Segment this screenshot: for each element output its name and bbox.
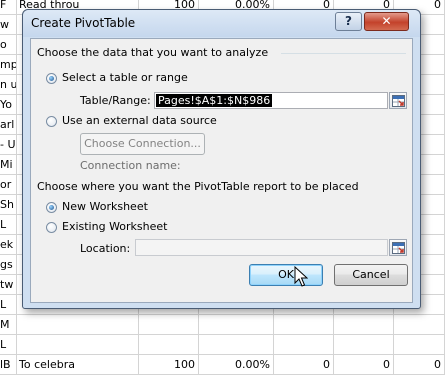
radio-existing-worksheet[interactable] [46, 222, 57, 233]
table-range-collapse-button[interactable] [389, 92, 407, 109]
cell-c1[interactable] [17, 335, 139, 354]
radio-new-worksheet-label[interactable]: New Worksheet [62, 200, 148, 213]
location-collapse-button[interactable] [389, 239, 407, 256]
cell-c0[interactable]: w [0, 15, 17, 34]
table-row[interactable]: M [0, 315, 445, 335]
dialog-body: Choose the data that you want to analyze… [30, 38, 413, 303]
radio-external-source[interactable] [46, 116, 57, 127]
choose-connection-button[interactable]: Choose Connection... [80, 133, 205, 155]
cell-c0[interactable]: arl [0, 115, 17, 134]
section-divider [281, 53, 406, 54]
cell-c0[interactable]: or [0, 175, 17, 194]
cell-c0[interactable]: L [0, 335, 17, 354]
cell-c4[interactable] [274, 335, 334, 354]
cell-c0[interactable]: ek [0, 235, 17, 254]
help-button[interactable]: ? [335, 12, 362, 31]
cell-c2[interactable]: 100 [139, 355, 199, 374]
cell-c0[interactable]: F [0, 0, 17, 14]
connection-name-label: Connection name: [80, 159, 181, 172]
cell-c0[interactable]: Yo [0, 95, 17, 114]
cell-c3[interactable]: 0.00% [199, 355, 274, 374]
section-placement-label: Choose where you want the PivotTable rep… [37, 180, 359, 193]
table-range-value: Pages!$A$1:$N$986 [156, 94, 273, 107]
cell-c0[interactable]: Sh [0, 195, 17, 214]
dialog-titlebar[interactable]: Create PivotTable ? ✕ [23, 10, 420, 37]
ok-button[interactable]: OK [249, 264, 323, 286]
location-input[interactable] [135, 239, 388, 256]
range-selector-icon [392, 95, 405, 107]
range-selector-icon [392, 242, 405, 254]
cell-c5[interactable]: 0 [334, 355, 394, 374]
table-range-label: Table/Range: [80, 94, 151, 107]
help-icon: ? [345, 14, 352, 28]
radio-select-table-range[interactable] [46, 73, 57, 84]
cell-c4[interactable]: 0 [274, 355, 334, 374]
cell-c0[interactable]: Mi [0, 155, 17, 174]
location-label: Location: [80, 242, 131, 255]
cell-c0[interactable]: gs [0, 255, 17, 274]
radio-existing-worksheet-label[interactable]: Existing Worksheet [62, 220, 167, 233]
cell-c0[interactable]: o [0, 35, 17, 54]
radio-select-table-range-label[interactable]: Select a table or range [62, 71, 188, 84]
radio-new-worksheet[interactable] [46, 202, 57, 213]
cell-c0[interactable]: - U [0, 135, 17, 154]
cell-c1[interactable]: To celebra [17, 355, 139, 374]
close-button[interactable]: ✕ [364, 12, 409, 31]
cell-c0[interactable]: L [0, 295, 17, 314]
dialog-title: Create PivotTable [31, 16, 136, 30]
table-range-input[interactable]: Pages!$A$1:$N$986 [154, 92, 388, 109]
cell-c3[interactable] [199, 335, 274, 354]
radio-external-source-label[interactable]: Use an external data source [62, 114, 217, 127]
cell-c2[interactable] [139, 335, 199, 354]
cell-c6[interactable]: 0 [394, 355, 445, 374]
cell-c5[interactable] [334, 335, 394, 354]
create-pivottable-dialog: Create PivotTable ? ✕ Choose the data th… [22, 9, 421, 309]
close-icon: ✕ [381, 14, 392, 28]
cell-c0[interactable]: L [0, 215, 17, 234]
cell-c6[interactable] [394, 335, 445, 354]
table-row[interactable]: L [0, 335, 445, 355]
cell-c0[interactable]: lB [0, 355, 17, 374]
section-analyze-label: Choose the data that you want to analyze [37, 46, 269, 59]
mouse-pointer-icon [294, 266, 308, 287]
cell-c0[interactable]: mp [0, 55, 17, 74]
cancel-button[interactable]: Cancel [334, 264, 408, 286]
cell-c0[interactable]: tw [0, 275, 17, 294]
table-row[interactable]: lB To celebra 100 0.00% 0 0 0 [0, 355, 445, 375]
cell-c0[interactable]: n u [0, 75, 17, 94]
